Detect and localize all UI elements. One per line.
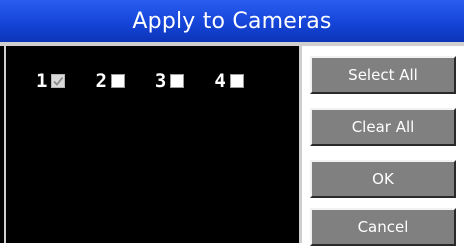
camera-1-checkbox[interactable] [51,74,66,88]
button-panel: Select All Clear All OK Cancel [302,46,464,246]
ok-button[interactable]: OK [310,160,456,198]
apply-to-cameras-dialog: Apply to Cameras 1 2 3 4 Select All Clea… [0,0,464,246]
checkmark-icon [53,76,64,86]
camera-item-4: 4 [214,70,244,92]
camera-4-checkbox[interactable] [229,74,244,88]
camera-number-label: 2 [95,70,107,92]
camera-number-label: 3 [154,70,167,92]
camera-selection-panel: 1 2 3 4 [4,46,302,243]
dialog-title: Apply to Cameras [132,8,332,34]
camera-checkbox-row: 1 2 3 4 [36,70,274,92]
dialog-titlebar: Apply to Cameras [0,0,464,46]
camera-2-checkbox[interactable] [110,74,125,88]
camera-number-label: 4 [214,70,226,92]
camera-item-3: 3 [154,70,185,92]
camera-item-2: 2 [95,70,125,92]
camera-number-label: 1 [36,70,48,92]
clear-all-button[interactable]: Clear All [310,108,456,146]
camera-3-checkbox[interactable] [170,74,185,88]
cancel-button[interactable]: Cancel [310,208,456,246]
camera-item-1: 1 [36,70,66,92]
select-all-button[interactable]: Select All [310,56,456,94]
